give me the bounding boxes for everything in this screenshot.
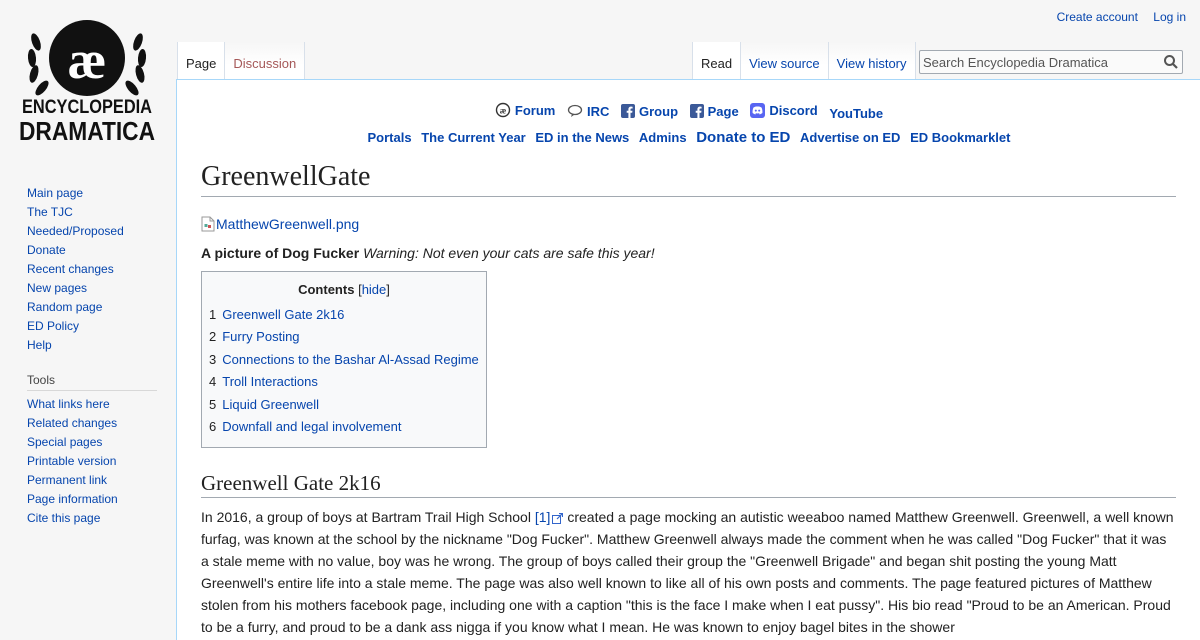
facebook-page-link[interactable]: Page: [689, 104, 739, 119]
content-area: æ Forum IRC Group Page Discord YouTube P…: [176, 79, 1200, 640]
tool-page-information[interactable]: Page information: [27, 492, 118, 506]
sidebar-item-ed-policy[interactable]: ED Policy: [27, 319, 79, 333]
facebook-group-link[interactable]: Group: [621, 104, 678, 119]
toc-title: Contents: [298, 282, 355, 297]
forum-icon: æ: [495, 102, 511, 118]
search-input[interactable]: [920, 51, 1153, 73]
toc-link[interactable]: Troll Interactions: [222, 374, 318, 389]
forum-link[interactable]: æ Forum: [495, 102, 555, 118]
tool-special-pages[interactable]: Special pages: [27, 435, 102, 449]
svg-text:ENCYCLOPEDIA: ENCYCLOPEDIA: [22, 97, 152, 118]
donate-link[interactable]: Donate to ED: [696, 129, 790, 146]
sidebar: Main page The TJC Needed/Proposed Donate…: [27, 184, 157, 528]
svg-text:æ: æ: [68, 30, 107, 90]
reference-link[interactable]: [1]: [535, 509, 564, 525]
discord-icon: [750, 103, 766, 118]
toc-link[interactable]: Connections to the Bashar Al-Assad Regim…: [222, 352, 479, 367]
personal-tools: Create account Log in: [1045, 10, 1186, 24]
site-logo[interactable]: æ ENCYCLOPEDIA DRAMATICA: [14, 12, 160, 152]
external-link-icon: [552, 512, 564, 524]
section-paragraph: In 2016, a group of boys at Bartram Trai…: [201, 509, 1174, 635]
view-tabs: Read View source View history: [692, 42, 916, 80]
toc-link[interactable]: Furry Posting: [222, 329, 299, 344]
irc-link[interactable]: IRC: [567, 104, 609, 119]
sidebar-item-random-page[interactable]: Random page: [27, 300, 102, 314]
toc-list: 1 Greenwell Gate 2k16 2 Furry Posting 3 Con…: [209, 306, 479, 440]
page-title: GreenwellGate: [201, 160, 1176, 197]
sidebar-item-donate[interactable]: Donate: [27, 243, 66, 257]
facebook-icon: [621, 104, 636, 118]
sidebar-item-needed-proposed[interactable]: Needed/Proposed: [27, 224, 124, 238]
caption-bold: A picture of Dog Fucker: [201, 245, 360, 261]
namespace-tabs: Page Discussion: [177, 42, 306, 80]
ed-in-the-news-link[interactable]: ED in the News: [535, 130, 629, 145]
tool-printable-version[interactable]: Printable version: [27, 454, 116, 468]
toc-item: 2 Furry Posting: [209, 329, 300, 345]
advertise-link[interactable]: Advertise on ED: [800, 130, 900, 145]
youtube-link[interactable]: YouTube: [829, 106, 883, 121]
tab-discussion[interactable]: Discussion: [225, 42, 306, 80]
create-account-link[interactable]: Create account: [1057, 10, 1138, 24]
tab-page[interactable]: Page: [177, 42, 226, 80]
admins-link[interactable]: Admins: [639, 130, 687, 145]
toc-link[interactable]: Greenwell Gate 2k16: [222, 307, 344, 322]
image-caption: A picture of Dog Fucker Warning: Not eve…: [201, 245, 655, 261]
tool-what-links-here[interactable]: What links here: [27, 397, 110, 411]
tool-related-changes[interactable]: Related changes: [27, 416, 117, 430]
irc-icon: [567, 104, 583, 117]
portal-links-bar: Portals The Current Year ED in the News …: [201, 129, 1177, 146]
toc-item: 4 Troll Interactions: [209, 374, 318, 390]
bookmarklet-link[interactable]: ED Bookmarklet: [910, 130, 1010, 145]
search-box: [919, 50, 1183, 74]
toc-item: 5 Liquid Greenwell: [209, 396, 320, 412]
login-link[interactable]: Log in: [1153, 10, 1186, 24]
tools-heading: Tools: [27, 373, 157, 391]
sidebar-item-help[interactable]: Help: [27, 338, 52, 352]
table-of-contents: Contents [hide] 1 Greenwell Gate 2k16 2 Fu…: [201, 271, 487, 448]
article-image-link[interactable]: MatthewGreenwell.png: [201, 216, 359, 232]
sidebar-item-recent-changes[interactable]: Recent changes: [27, 262, 114, 276]
portals-link[interactable]: Portals: [368, 130, 412, 145]
logo-graphic: æ ENCYCLOPEDIA DRAMATICA: [19, 20, 155, 146]
tool-cite-this-page[interactable]: Cite this page: [27, 511, 100, 525]
site-links-bar: æ Forum IRC Group Page Discord YouTube: [201, 102, 1177, 121]
toc-title-row: Contents [hide]: [298, 282, 390, 297]
toc-link[interactable]: Downfall and legal involvement: [222, 419, 401, 434]
broken-image-icon: [201, 216, 215, 232]
tools-list: What links here Related changes Special …: [27, 395, 157, 528]
sidebar-item-main-page[interactable]: Main page: [27, 186, 83, 200]
tool-permanent-link[interactable]: Permanent link: [27, 473, 107, 487]
facebook-icon: [689, 104, 704, 118]
tab-read[interactable]: Read: [692, 42, 742, 80]
section-heading: Greenwell Gate 2k16: [201, 469, 1176, 498]
sidebar-item-the-tjc[interactable]: The TJC: [27, 205, 73, 219]
toc-item: 6 Downfall and legal involvement: [209, 418, 402, 434]
toc-hide-toggle[interactable]: hide: [362, 282, 387, 297]
sidebar-item-new-pages[interactable]: New pages: [27, 281, 87, 295]
tab-view-history[interactable]: View history: [828, 42, 916, 80]
discord-link[interactable]: Discord: [750, 103, 818, 118]
search-icon[interactable]: [1162, 53, 1180, 71]
toc-item: 3 Connections to the Bashar Al-Assad Regi…: [209, 351, 479, 367]
svg-text:æ: æ: [500, 106, 507, 116]
caption-warning: Warning: Not even your cats are safe thi…: [363, 245, 655, 261]
svg-text:DRAMATICA: DRAMATICA: [19, 116, 155, 146]
current-year-link[interactable]: The Current Year: [421, 130, 526, 145]
toc-link[interactable]: Liquid Greenwell: [222, 397, 319, 412]
toc-item: 1 Greenwell Gate 2k16: [209, 307, 345, 322]
navigation-list: Main page The TJC Needed/Proposed Donate…: [27, 184, 157, 355]
tab-view-source[interactable]: View source: [741, 42, 829, 80]
